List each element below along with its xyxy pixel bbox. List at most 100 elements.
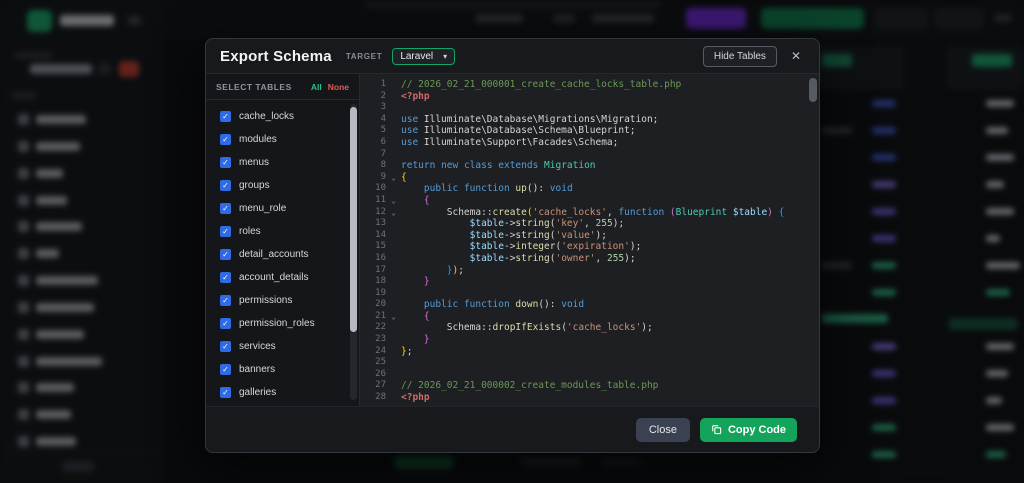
checkbox-checked-icon[interactable]: ✓ <box>220 226 231 237</box>
checkbox-checked-icon[interactable]: ✓ <box>220 134 231 145</box>
checkbox-checked-icon[interactable]: ✓ <box>220 157 231 168</box>
code-line: 11 ⌄ { <box>360 195 819 207</box>
table-label: roles <box>239 226 261 237</box>
line-number: 5 <box>380 125 386 136</box>
table-label: modules <box>239 134 277 145</box>
code-text: $table->integer('expiration'); <box>469 241 642 253</box>
tables-scrollbar[interactable] <box>350 104 357 400</box>
table-row[interactable]: ✓ menu_role <box>206 197 359 220</box>
code-lines: 1 // 2026_02_21_000001_create_cache_locks… <box>360 79 819 404</box>
checkbox-checked-icon[interactable]: ✓ <box>220 318 231 329</box>
code-line: 15 $table->integer('expiration'); <box>360 241 819 253</box>
table-label: galleries <box>239 387 277 398</box>
fold-chevron-icon[interactable]: ⌄ <box>386 195 401 207</box>
code-line: 28 <?php <box>360 392 819 404</box>
fold-chevron-icon[interactable]: ⌄ <box>386 172 401 184</box>
table-row[interactable]: ✓ cache_locks <box>206 105 359 128</box>
code-line: 7 <box>360 149 819 161</box>
target-select-value: Laravel <box>400 50 434 62</box>
table-row[interactable]: ✓ groups <box>206 174 359 197</box>
code-line: 5 use Illuminate\Database\Schema\Blueprin… <box>360 125 819 137</box>
table-row[interactable]: ✓ account_details <box>206 266 359 289</box>
table-label: menu_role <box>239 203 287 214</box>
table-label: groups <box>239 180 270 191</box>
target-select[interactable]: Laravel ▾ <box>392 47 456 65</box>
line-number: 24 <box>375 345 386 356</box>
checkbox-checked-icon[interactable]: ✓ <box>220 272 231 283</box>
code-text: }; <box>401 345 413 357</box>
checkbox-checked-icon[interactable]: ✓ <box>220 249 231 260</box>
checkbox-checked-icon[interactable]: ✓ <box>220 111 231 122</box>
code-line: 21 ⌄ { <box>360 311 819 323</box>
table-row[interactable]: ✓ menus <box>206 151 359 174</box>
code-line: 20 public function down(): void <box>360 299 819 311</box>
checkbox-checked-icon[interactable]: ✓ <box>220 295 231 306</box>
fold-gutter <box>386 91 401 103</box>
fold-gutter <box>386 334 401 346</box>
select-all-link[interactable]: All <box>311 82 322 92</box>
code-scrollbar[interactable] <box>809 76 817 404</box>
table-row[interactable]: ✓ permissions <box>206 289 359 312</box>
code-line: 6 use Illuminate\Support\Facades\Schema; <box>360 137 819 149</box>
fold-gutter <box>386 149 401 161</box>
line-number: 26 <box>375 368 386 379</box>
fold-chevron-icon[interactable]: ⌄ <box>386 311 401 323</box>
code-text: }); <box>446 264 464 276</box>
fold-gutter <box>386 160 401 172</box>
code-text: Schema::dropIfExists('cache_locks'); <box>446 322 653 334</box>
code-text: // 2026_02_21_000001_create_cache_locks_… <box>401 79 682 90</box>
line-number: 8 <box>380 160 386 171</box>
line-number: 16 <box>375 252 386 263</box>
select-tables-label: SELECT TABLES <box>216 81 292 92</box>
code-editor[interactable]: 1 // 2026_02_21_000001_create_cache_locks… <box>360 74 819 406</box>
hide-tables-button[interactable]: Hide Tables <box>702 45 777 67</box>
close-icon[interactable]: ✕ <box>787 47 805 65</box>
modal-body: SELECT TABLES All None ✓ cache_locks ✓ m… <box>206 74 819 406</box>
tables-scrollbar-thumb[interactable] <box>350 106 357 332</box>
table-row[interactable]: ✓ galleries <box>206 381 359 404</box>
code-text: use Illuminate\Database\Migrations\Migra… <box>401 113 659 125</box>
copy-code-button[interactable]: Copy Code <box>699 417 797 442</box>
code-line: 24}; <box>360 346 819 358</box>
select-none-link[interactable]: None <box>328 82 349 92</box>
code-line: 3 <box>360 102 819 114</box>
table-row[interactable]: ✓ banners <box>206 358 359 381</box>
code-scrollbar-thumb[interactable] <box>809 78 817 102</box>
code-text: return new class extends Migration <box>401 160 596 172</box>
close-button[interactable]: Close <box>635 417 690 442</box>
code-text: public function down(): void <box>423 299 585 311</box>
code-text: { <box>401 171 407 183</box>
fold-gutter <box>386 369 401 381</box>
line-number: 19 <box>375 287 386 298</box>
checkbox-checked-icon[interactable]: ✓ <box>220 203 231 214</box>
code-text: // 2026_02_21_000002_create_modules_tabl… <box>401 380 659 392</box>
checkbox-checked-icon[interactable]: ✓ <box>220 364 231 375</box>
code-line: 22 Schema::dropIfExists('cache_locks'); <box>360 322 819 334</box>
line-number: 3 <box>380 102 386 113</box>
table-label: permission_roles <box>239 318 315 329</box>
code-text: use Illuminate\Support\Facades\Schema; <box>401 136 619 148</box>
code-text: } <box>423 334 430 346</box>
checkbox-checked-icon[interactable]: ✓ <box>220 387 231 398</box>
table-row[interactable]: ✓ services <box>206 335 359 358</box>
line-number: 14 <box>375 229 386 240</box>
code-text: $table->string('owner', 255); <box>469 252 636 264</box>
line-number: 21 <box>375 310 386 321</box>
code-line: 13 $table->string('key', 255); <box>360 218 819 230</box>
table-row[interactable]: ✓ detail_accounts <box>206 243 359 266</box>
code-text: use Illuminate\Database\Schema\Blueprint… <box>401 125 636 137</box>
fold-gutter <box>386 253 401 265</box>
table-row[interactable]: ✓ modules <box>206 128 359 151</box>
fold-gutter <box>386 183 401 195</box>
checkbox-checked-icon[interactable]: ✓ <box>220 180 231 191</box>
table-row[interactable]: ✓ permission_roles <box>206 312 359 335</box>
line-number: 20 <box>375 299 386 310</box>
code-line: 18 } <box>360 276 819 288</box>
code-text: public function up(): void <box>423 183 573 195</box>
fold-chevron-icon[interactable]: ⌄ <box>386 207 401 219</box>
checkbox-checked-icon[interactable]: ✓ <box>220 341 231 352</box>
copy-code-label: Copy Code <box>727 423 786 436</box>
fold-gutter <box>386 276 401 288</box>
fold-gutter <box>386 102 401 114</box>
table-row[interactable]: ✓ roles <box>206 220 359 243</box>
